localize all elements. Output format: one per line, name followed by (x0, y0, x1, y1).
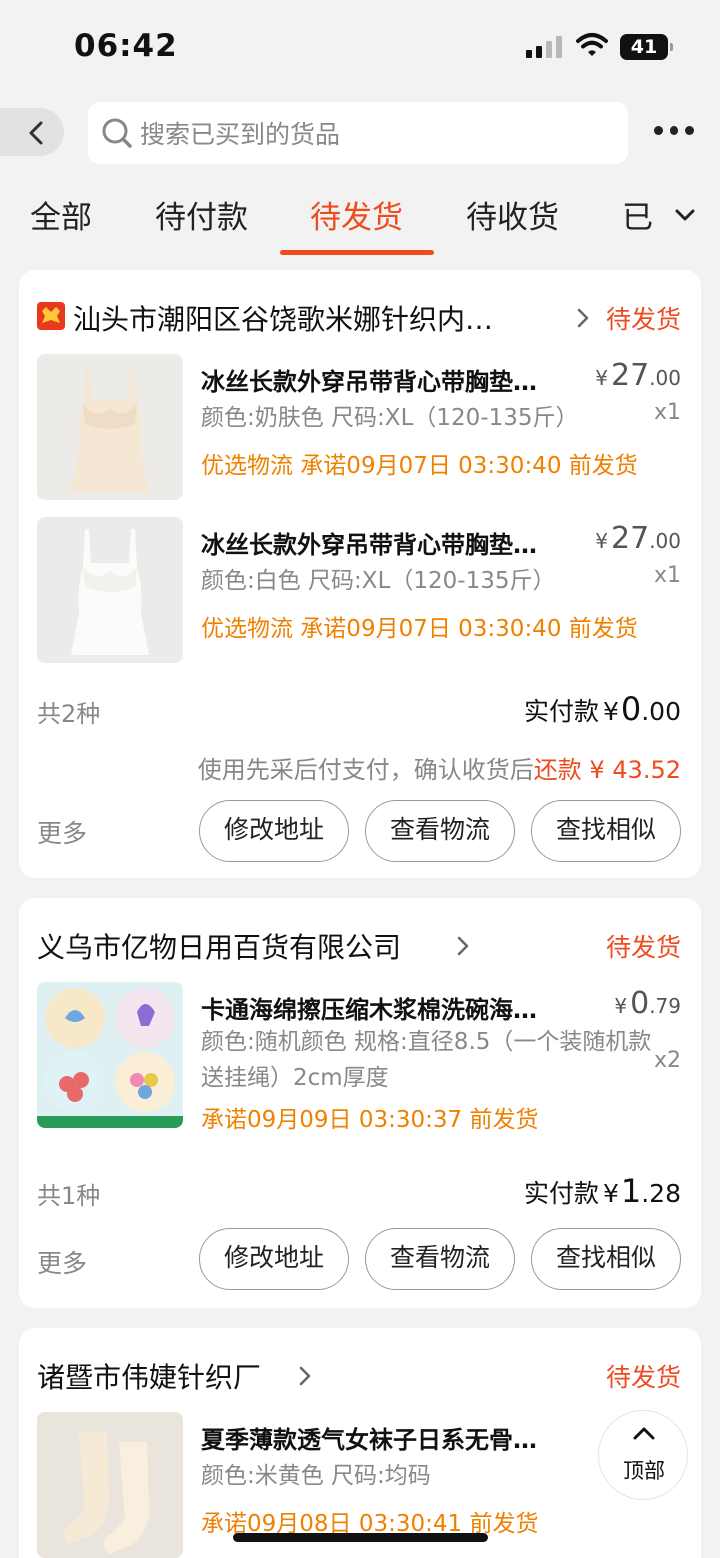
shop-badge-icon (37, 302, 65, 330)
order-tabs: 全部 待付款 待发货 待收货 已 (0, 188, 720, 258)
status-time: 06:42 (74, 28, 178, 64)
back-button[interactable] (0, 108, 64, 156)
item-quantity: x2 (653, 1048, 681, 1073)
item-quantity: x1 (653, 400, 681, 425)
wifi-icon (576, 33, 608, 56)
order-item[interactable]: 冰丝长款外穿吊带背心带胸垫… 颜色:白色 尺码:XL（120-135斤） 优选物… (37, 517, 681, 667)
product-image (37, 354, 183, 500)
tab-completed[interactable]: 已 (622, 188, 653, 248)
more-options-icon[interactable] (654, 126, 695, 138)
tab-pending-payment[interactable]: 待付款 (155, 188, 248, 248)
shop-header[interactable]: 汕头市潮阳区谷饶歌米娜针织内… 待发货 (37, 298, 681, 338)
amount-paid: 实付款 ¥0.00 (523, 690, 681, 728)
cellular-signal-icon (526, 36, 562, 58)
item-title: 冰丝长款外穿吊带背心带胸垫… (201, 368, 537, 396)
more-link[interactable]: 更多 (37, 1244, 87, 1280)
shop-name[interactable]: 义乌市亿物日用百货有限公司 (37, 926, 401, 966)
modify-address-button[interactable]: 修改地址 (199, 800, 349, 862)
item-title: 冰丝长款外穿吊带背心带胸垫… (201, 531, 537, 559)
chevron-left-icon (29, 121, 43, 145)
chevron-right-icon (457, 936, 469, 956)
product-image (37, 982, 183, 1128)
shipping-promise: 承诺09月09日 03:30:37 前发货 (201, 1107, 539, 1133)
item-spec: 颜色:随机颜色 规格:直径8.5（一个装随机款送挂绳）2cm厚度 (201, 1029, 652, 1091)
shipping-promise: 优选物流 承诺09月07日 03:30:40 前发货 (201, 453, 638, 479)
find-similar-button[interactable]: 查找相似 (531, 800, 681, 862)
item-count: 共1种 (37, 1182, 101, 1210)
item-spec: 颜色:米黄色 尺码:均码 (201, 1463, 431, 1489)
tab-all[interactable]: 全部 (30, 188, 92, 248)
order-status: 待发货 (605, 1363, 681, 1392)
item-count: 共2种 (37, 700, 101, 728)
tab-active-indicator (280, 250, 434, 255)
item-title: 夏季薄款透气女袜子日系无骨… (201, 1426, 537, 1454)
view-logistics-button[interactable]: 查看物流 (365, 800, 515, 862)
chevron-right-icon (299, 1366, 311, 1386)
item-quantity: x1 (653, 563, 681, 588)
find-similar-button[interactable]: 查找相似 (531, 1228, 681, 1290)
product-image (37, 1412, 183, 1558)
order-card: 义乌市亿物日用百货有限公司 待发货 卡通海绵擦压缩木浆棉洗碗海… 颜色:随机颜色… (19, 898, 701, 1308)
item-price: ¥27.00 (595, 358, 681, 393)
chevron-right-icon (577, 308, 589, 328)
order-item[interactable]: 卡通海绵擦压缩木浆棉洗碗海… 颜色:随机颜色 规格:直径8.5（一个装随机款送挂… (37, 982, 681, 1133)
chevron-down-icon[interactable] (672, 202, 698, 228)
amount-paid: 实付款 ¥1.28 (523, 1172, 681, 1210)
chevron-up-icon (633, 1427, 655, 1440)
shop-name[interactable]: 汕头市潮阳区谷饶歌米娜针织内… (73, 298, 493, 338)
tab-pending-shipment[interactable]: 待发货 (310, 188, 403, 248)
status-bar: 06:42 41 (0, 0, 720, 92)
modify-address-button[interactable]: 修改地址 (199, 1228, 349, 1290)
more-link[interactable]: 更多 (37, 814, 87, 850)
order-item[interactable]: 冰丝长款外穿吊带背心带胸垫… 颜色:奶肤色 尺码:XL（120-135斤） 优选… (37, 354, 681, 504)
product-image (37, 517, 183, 663)
order-status: 待发货 (605, 933, 681, 962)
shop-name[interactable]: 诸暨市伟婕针织厂 (37, 1356, 261, 1396)
order-status: 待发货 (605, 305, 681, 334)
battery-icon: 41 (620, 34, 673, 60)
shop-header[interactable]: 义乌市亿物日用百货有限公司 待发货 (37, 926, 681, 966)
shipping-promise: 优选物流 承诺09月07日 03:30:40 前发货 (201, 616, 638, 642)
shop-header[interactable]: 诸暨市伟婕针织厂 待发货 (37, 1356, 681, 1396)
item-spec: 颜色:奶肤色 尺码:XL（120-135斤） (201, 405, 579, 431)
view-logistics-button[interactable]: 查看物流 (365, 1228, 515, 1290)
back-to-top-label: 顶部 (623, 1459, 665, 1483)
back-to-top-button[interactable]: 顶部 (598, 1410, 688, 1500)
search-input[interactable]: 搜索已买到的货品 (88, 102, 628, 164)
item-title: 卡通海绵擦压缩木浆棉洗碗海… (201, 996, 537, 1024)
search-icon (102, 118, 132, 148)
home-indicator (233, 1533, 488, 1542)
pay-later-note: 使用先采后付支付，确认收货后还款 ¥ 43.52 (197, 756, 681, 784)
search-placeholder: 搜索已买到的货品 (140, 120, 341, 149)
item-spec: 颜色:白色 尺码:XL（120-135斤） (201, 568, 556, 594)
tab-pending-receipt[interactable]: 待收货 (466, 188, 559, 248)
item-price: ¥0.79 (614, 986, 681, 1021)
order-card: 汕头市潮阳区谷饶歌米娜针织内… 待发货 冰丝长款外穿吊带背心带胸垫… 颜色:奶肤… (19, 270, 701, 878)
item-price: ¥27.00 (595, 521, 681, 556)
